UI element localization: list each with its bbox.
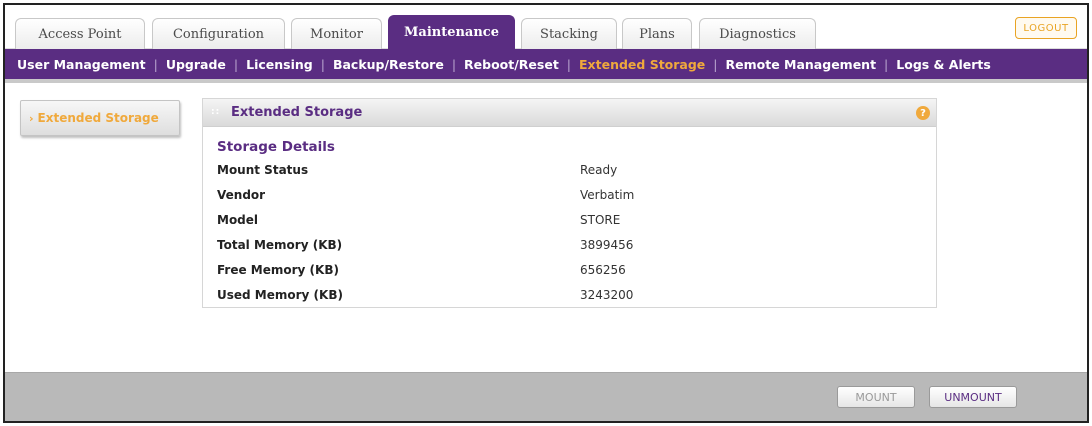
extended-storage-panel: :: Extended Storage ? Storage Details Mo… (202, 98, 937, 308)
detail-row-model: Model STORE (203, 209, 936, 234)
detail-label: Used Memory (KB) (217, 288, 343, 302)
help-icon[interactable]: ? (916, 106, 930, 120)
section-title: Storage Details (217, 139, 335, 155)
subnav-separator: | (566, 56, 572, 72)
tab-plans[interactable]: Plans (622, 18, 692, 49)
subnav-separator: | (153, 56, 158, 72)
detail-value: STORE (580, 213, 621, 227)
tab-configuration[interactable]: Configuration (152, 18, 285, 49)
subnav-licensing[interactable]: Licensing (246, 57, 313, 72)
subnav-user-management[interactable]: User Management (17, 57, 146, 72)
drag-grip-icon: :: (211, 107, 221, 117)
panel-header: :: Extended Storage ? (203, 99, 936, 127)
subnav-separator: | (884, 56, 889, 72)
subnav-reboot-reset[interactable]: Reboot/Reset (464, 57, 559, 72)
detail-value: 656256 (580, 263, 626, 277)
logout-button[interactable]: LOGOUT (1015, 17, 1077, 39)
sidebar-item-label: Extended Storage (37, 111, 159, 125)
detail-value: 3899456 (580, 238, 634, 252)
tab-stacking[interactable]: Stacking (521, 18, 617, 49)
detail-label: Model (217, 213, 259, 227)
subnav-remote-management[interactable]: Remote Management (726, 57, 877, 72)
detail-row-used-memory: Used Memory (KB) 3243200 (203, 284, 936, 309)
app-frame: Access Point Configuration Monitor Maint… (3, 3, 1089, 423)
maintenance-subnav: User Management | Upgrade | Licensing | … (5, 49, 1087, 83)
subnav-backup-restore[interactable]: Backup/Restore (333, 57, 444, 72)
tab-maintenance[interactable]: Maintenance (388, 15, 515, 49)
subnav-separator: | (233, 56, 239, 72)
sidebar-item-extended-storage[interactable]: › Extended Storage (20, 100, 180, 136)
detail-label: Free Memory (KB) (217, 263, 339, 277)
tab-access-point[interactable]: Access Point (15, 18, 145, 49)
tab-diagnostics[interactable]: Diagnostics (699, 18, 816, 49)
main-tab-bar: Access Point Configuration Monitor Maint… (5, 5, 1087, 49)
action-bar: MOUNT UNMOUNT (5, 372, 1087, 421)
subnav-separator: | (713, 56, 718, 72)
subnav-upgrade[interactable]: Upgrade (166, 57, 226, 72)
detail-row-mount-status: Mount Status Ready (203, 159, 936, 184)
detail-label: Mount Status (217, 163, 309, 177)
panel-title: Extended Storage (231, 105, 363, 120)
detail-label: Total Memory (KB) (217, 238, 343, 252)
detail-value: 3243200 (580, 288, 634, 302)
tab-monitor[interactable]: Monitor (291, 18, 382, 49)
detail-row-total-memory: Total Memory (KB) 3899456 (203, 234, 936, 259)
subnav-logs-alerts[interactable]: Logs & Alerts (896, 57, 991, 72)
subnav-separator: | (451, 56, 457, 72)
detail-row-free-memory: Free Memory (KB) 656256 (203, 259, 936, 284)
detail-value: Verbatim (580, 188, 635, 202)
detail-value: Ready (580, 163, 618, 177)
mount-button[interactable]: MOUNT (837, 386, 915, 408)
unmount-button[interactable]: UNMOUNT (929, 386, 1017, 408)
chevron-right-icon: › (29, 111, 34, 125)
subnav-separator: | (320, 56, 325, 72)
detail-label: Vendor (217, 188, 266, 202)
storage-details-list: Mount Status Ready Vendor Verbatim Model… (203, 159, 936, 309)
detail-row-vendor: Vendor Verbatim (203, 184, 936, 209)
subnav-extended-storage[interactable]: Extended Storage (579, 57, 705, 72)
